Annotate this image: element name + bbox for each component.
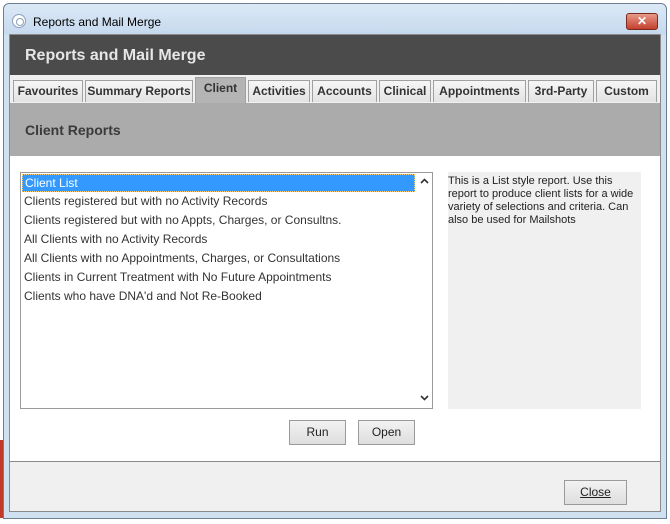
window-client-area: Reports and Mail Merge Favourites Summar… [9, 34, 661, 512]
tab-summary-reports[interactable]: Summary Reports [85, 80, 193, 102]
report-content-panel: Client List Clients registered but with … [10, 156, 660, 461]
section-banner: Client Reports [10, 103, 660, 156]
header-title: Reports and Mail Merge [25, 47, 206, 64]
chevron-down-icon[interactable] [417, 391, 432, 407]
list-item[interactable]: Clients who have DNA'd and Not Re-Booked [22, 288, 415, 306]
open-button[interactable]: Open [358, 420, 415, 445]
dialog-footer: Close [10, 462, 660, 511]
tab-client[interactable]: Client [195, 77, 246, 103]
list-item[interactable]: Clients registered but with no Appts, Ch… [22, 212, 415, 230]
app-logo-icon [12, 14, 26, 28]
tab-3rd-party[interactable]: 3rd-Party [528, 80, 594, 102]
tab-favourites[interactable]: Favourites [13, 80, 83, 102]
list-item[interactable]: Clients in Current Treatment with No Fut… [22, 269, 415, 287]
header-banner: Reports and Mail Merge [10, 35, 660, 75]
window-title: Reports and Mail Merge [33, 15, 162, 29]
window-titlebar[interactable]: Reports and Mail Merge ✕ [4, 4, 666, 34]
window-close-button[interactable]: ✕ [626, 13, 658, 30]
tab-accounts[interactable]: Accounts [312, 80, 377, 102]
reports-window: Reports and Mail Merge ✕ Reports and Mai… [3, 3, 667, 519]
report-listbox[interactable]: Client List Clients registered but with … [20, 172, 433, 409]
list-item[interactable]: Clients registered but with no Activity … [22, 193, 415, 211]
tab-activities[interactable]: Activities [248, 80, 310, 102]
tab-custom[interactable]: Custom [596, 80, 657, 102]
close-icon: ✕ [636, 14, 648, 28]
tab-clinical[interactable]: Clinical [379, 80, 431, 102]
list-item-client-list[interactable]: Client List [22, 174, 415, 192]
section-title: Client Reports [25, 122, 121, 138]
list-item[interactable]: All Clients with no Activity Records [22, 231, 415, 249]
report-description: This is a List style report. Use this re… [448, 172, 641, 409]
list-item[interactable]: All Clients with no Appointments, Charge… [22, 250, 415, 268]
report-tabs: Favourites Summary Reports Client Activi… [10, 75, 660, 103]
run-button[interactable]: Run [289, 420, 346, 445]
tab-appointments[interactable]: Appointments [433, 80, 526, 102]
close-button[interactable]: Close [564, 480, 627, 505]
chevron-up-icon[interactable] [417, 174, 432, 190]
